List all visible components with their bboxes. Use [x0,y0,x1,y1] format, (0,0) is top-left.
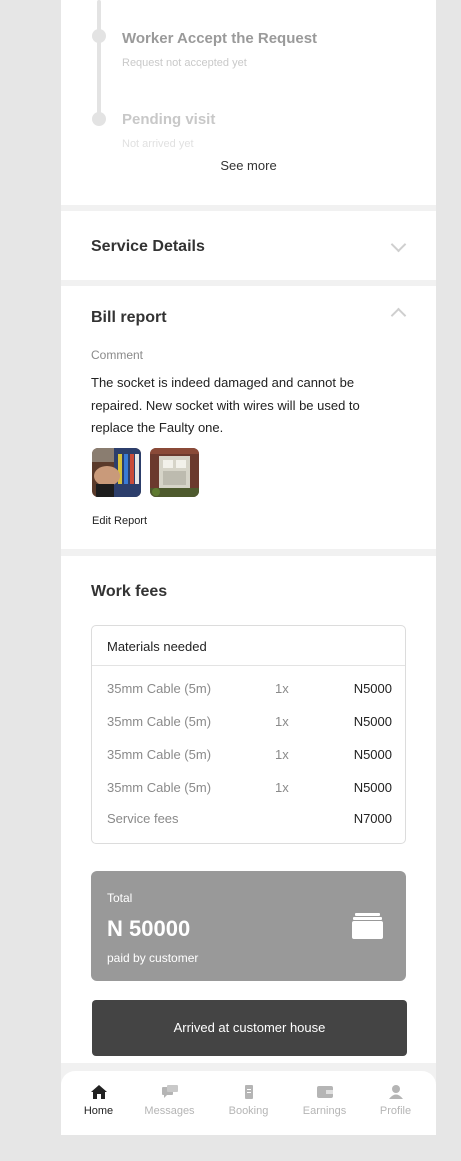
wallet-icon [352,913,383,939]
nav-item-booking[interactable]: Booking [211,1085,286,1117]
timeline-line [97,0,101,120]
bill-report-title: Bill report [91,309,167,326]
material-name: 35mm Cable (5m) [107,780,212,795]
material-name: 35mm Cable (5m) [107,714,212,729]
total-amount: N 50000 [107,916,191,941]
material-name: 35mm Cable (5m) [107,747,212,762]
material-price: N5000 [353,714,392,729]
nav-label: Home [83,1105,114,1117]
total-paid-by: paid by customer [107,951,199,965]
material-price: N5000 [353,780,392,795]
step-title: Pending visit [122,111,216,128]
work-fees-card: Work fees Materials needed 35mm Cable (5… [61,556,436,1063]
materials-header: Materials needed [92,626,405,666]
chevron-down-icon[interactable] [390,236,407,253]
timeline-dot [92,112,106,126]
nav-label: Earnings [302,1105,347,1117]
material-qty: 1x [275,714,289,729]
step-subtitle: Not arrived yet [122,138,194,150]
material-row: 35mm Cable (5m) 1x N5000 [92,714,407,734]
nav-item-profile[interactable]: Profile [358,1085,433,1117]
material-row: 35mm Cable (5m) 1x N5000 [92,780,407,800]
arrived-button[interactable]: Arrived at customer house [92,1000,407,1056]
material-row: 35mm Cable (5m) 1x N5000 [92,747,407,767]
material-name: 35mm Cable (5m) [107,681,212,696]
total-card: Total N 50000 paid by customer [91,871,406,981]
material-price: N5000 [353,681,392,696]
chevron-up-icon[interactable] [390,307,407,324]
bill-report-card: Bill report Comment The socket is indeed… [61,286,436,549]
material-qty: 1x [275,681,289,696]
material-price: N5000 [353,747,392,762]
service-fee-row: Service fees N7000 [92,811,407,831]
material-qty: 1x [275,747,289,762]
service-details-card[interactable]: Service Details [61,211,436,280]
wallet-icon [316,1086,333,1098]
comment-label: Comment [91,348,144,362]
nav-label: Booking [228,1105,269,1117]
progress-timeline-card: Worker Accept the Request Request not ac… [61,0,436,205]
see-more-link[interactable]: See more [61,158,436,173]
nav-label: Profile [379,1105,412,1117]
service-details-title: Service Details [91,238,205,255]
total-label: Total [107,891,133,905]
booking-icon [244,1085,253,1099]
messages-icon [161,1085,178,1098]
comment-text: The socket is indeed damaged and cannot … [91,375,360,435]
edit-report-link[interactable]: Edit Report [92,515,147,527]
step-subtitle: Request not accepted yet [122,57,247,69]
material-row: 35mm Cable (5m) 1x N5000 [92,681,407,701]
nav-item-messages[interactable]: Messages [132,1085,207,1117]
app-frame: Worker Accept the Request Request not ac… [61,0,436,1135]
bottom-nav: Home Messages Booking Earnings Profile [61,1071,436,1135]
material-qty: 1x [275,780,289,795]
timeline-dot [92,29,106,43]
service-fee-price: N7000 [353,811,392,826]
step-title: Worker Accept the Request [122,30,318,47]
profile-icon [388,1085,403,1099]
nav-item-home[interactable]: Home [61,1085,136,1117]
work-fees-title: Work fees [91,583,168,600]
nav-item-earnings[interactable]: Earnings [287,1085,362,1117]
nav-label: Messages [144,1105,195,1117]
report-photo-thumbnail[interactable] [92,448,141,497]
home-icon [90,1085,107,1099]
report-photo-thumbnail[interactable] [150,448,199,497]
materials-table: Materials needed 35mm Cable (5m) 1x N500… [91,625,406,844]
service-fee-name: Service fees [107,811,179,826]
